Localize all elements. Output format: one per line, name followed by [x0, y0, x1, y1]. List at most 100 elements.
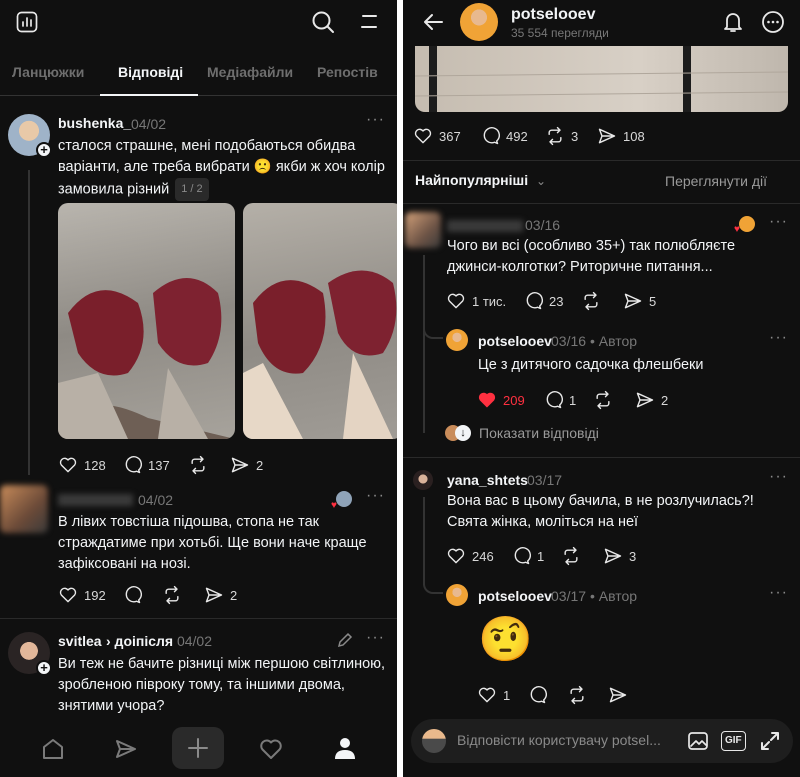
tab-media[interactable]: Медіафайли [207, 64, 293, 80]
comment-count: 1 [569, 392, 577, 408]
share-button[interactable]: 5 [623, 291, 656, 311]
username[interactable]: yana_shtets [447, 472, 528, 488]
header-avatar[interactable] [460, 3, 498, 41]
insights-icon[interactable] [16, 11, 38, 38]
avatar[interactable] [446, 584, 468, 606]
heart-icon [59, 587, 77, 603]
follow-plus-icon[interactable]: + [36, 660, 52, 676]
username[interactable]: bushenka_ [58, 115, 131, 131]
gif-button[interactable]: GIF [721, 731, 746, 751]
repost-button[interactable]: 3 [545, 126, 578, 146]
more-options-icon[interactable]: ··· [366, 629, 385, 647]
like-button[interactable]: 209 [477, 390, 525, 410]
comment-text: Вона вас в цьому бачила, в не розлучилас… [447, 493, 754, 530]
view-activity-link[interactable]: Переглянути дії [665, 173, 767, 189]
like-button[interactable]: 128 [58, 455, 106, 475]
repost-button[interactable] [593, 390, 613, 410]
more-options-icon[interactable]: ··· [366, 487, 385, 505]
bell-icon[interactable] [722, 11, 744, 38]
comment-button[interactable]: 137 [122, 455, 170, 475]
username[interactable]: potselooev [478, 333, 552, 349]
repost-icon [596, 390, 610, 410]
share-button[interactable]: 3 [603, 546, 636, 566]
share-count: 2 [230, 587, 238, 603]
like-button[interactable]: 367 [413, 126, 461, 146]
post-photo[interactable] [58, 203, 235, 439]
comment-icon [526, 292, 543, 310]
more-options-icon[interactable]: ··· [769, 584, 788, 602]
liked-heart-icon: ♥ [734, 224, 740, 235]
comment-button[interactable]: 1 [511, 546, 544, 566]
bottom-nav [0, 720, 397, 777]
sort-label: Найпопулярніші [415, 172, 529, 188]
tab-replies[interactable]: Відповіді [118, 64, 183, 80]
search-icon[interactable] [311, 10, 335, 39]
share-button[interactable]: 2 [635, 390, 668, 410]
emoji-reply: 🤨 [478, 615, 533, 664]
like-count: 128 [84, 457, 106, 473]
comment-button[interactable]: 492 [480, 126, 528, 146]
repost-button[interactable] [567, 685, 587, 705]
avatar-blurred[interactable] [405, 212, 441, 248]
sort-dropdown[interactable]: Найпопулярніші ⌄ [415, 172, 546, 188]
share-button[interactable]: 2 [204, 585, 237, 605]
like-button[interactable]: 1 тис. [446, 291, 506, 311]
repost-button[interactable] [581, 291, 601, 311]
more-circle-icon[interactable] [761, 10, 785, 39]
heart-icon [414, 128, 432, 144]
reply-bar: Відповісти користувачу potsel... GIF [403, 712, 800, 777]
reply-to: › доіпісля 04/02 [106, 633, 212, 649]
avatar-blurred[interactable] [0, 485, 48, 533]
comment-button[interactable]: 1 [543, 390, 576, 410]
tab-reposts[interactable]: Репостів [317, 64, 378, 80]
username-blurred[interactable] [58, 494, 133, 506]
avatar[interactable] [413, 470, 433, 490]
share-button[interactable] [608, 685, 628, 705]
username[interactable]: potselooev [478, 588, 552, 604]
repost-icon [564, 546, 578, 566]
repost-button[interactable] [561, 546, 581, 566]
more-options-icon[interactable]: ··· [366, 111, 385, 129]
comment-button[interactable] [122, 585, 142, 605]
back-arrow-icon[interactable] [422, 11, 444, 38]
avatar[interactable] [446, 329, 468, 351]
share-button[interactable]: 2 [230, 455, 263, 475]
reply-input[interactable]: Відповісти користувачу potsel... GIF [411, 719, 793, 763]
heart-icon [478, 687, 496, 703]
username[interactable]: svitlea [58, 633, 102, 649]
send-icon [609, 687, 627, 703]
post-photo[interactable] [415, 46, 788, 112]
tab-threads[interactable]: Ланцюжки [12, 64, 84, 80]
reply-to-user[interactable]: › доіпісля [106, 633, 173, 649]
repost-button[interactable] [162, 585, 182, 605]
more-options-icon[interactable]: ··· [769, 213, 788, 231]
follow-plus-icon[interactable]: + [36, 142, 52, 158]
like-button[interactable]: 246 [446, 546, 494, 566]
image-icon[interactable] [687, 730, 709, 757]
compose-button[interactable] [172, 727, 224, 769]
send-icon[interactable] [114, 737, 138, 766]
post-photo[interactable] [243, 203, 397, 439]
like-button[interactable]: 1 [477, 685, 510, 705]
show-replies-button[interactable]: ↓ Показати відповіді [445, 425, 599, 441]
avatar [422, 729, 446, 753]
header-title[interactable]: potselooev [511, 6, 595, 24]
home-icon[interactable] [41, 737, 65, 766]
more-options-icon[interactable]: ··· [769, 468, 788, 486]
more-options-icon[interactable]: ··· [769, 329, 788, 347]
expand-icon[interactable] [759, 730, 781, 757]
profile-icon[interactable] [333, 736, 357, 765]
post-text: сталося страшне, мені подобаються обидва… [58, 136, 394, 201]
menu-icon[interactable] [360, 12, 378, 37]
comment-button[interactable]: 23 [523, 291, 563, 311]
comment-button[interactable] [527, 685, 547, 705]
heart-icon[interactable] [259, 737, 283, 766]
send-icon [231, 457, 249, 473]
like-button[interactable]: 192 [58, 585, 106, 605]
username-blurred[interactable] [447, 220, 523, 232]
share-button[interactable]: 108 [597, 126, 645, 146]
repost-button[interactable] [188, 455, 208, 475]
edit-pencil-icon[interactable] [337, 632, 353, 653]
liked-heart-icon: ♥ [331, 500, 337, 511]
chevron-down-icon: ⌄ [535, 174, 547, 188]
